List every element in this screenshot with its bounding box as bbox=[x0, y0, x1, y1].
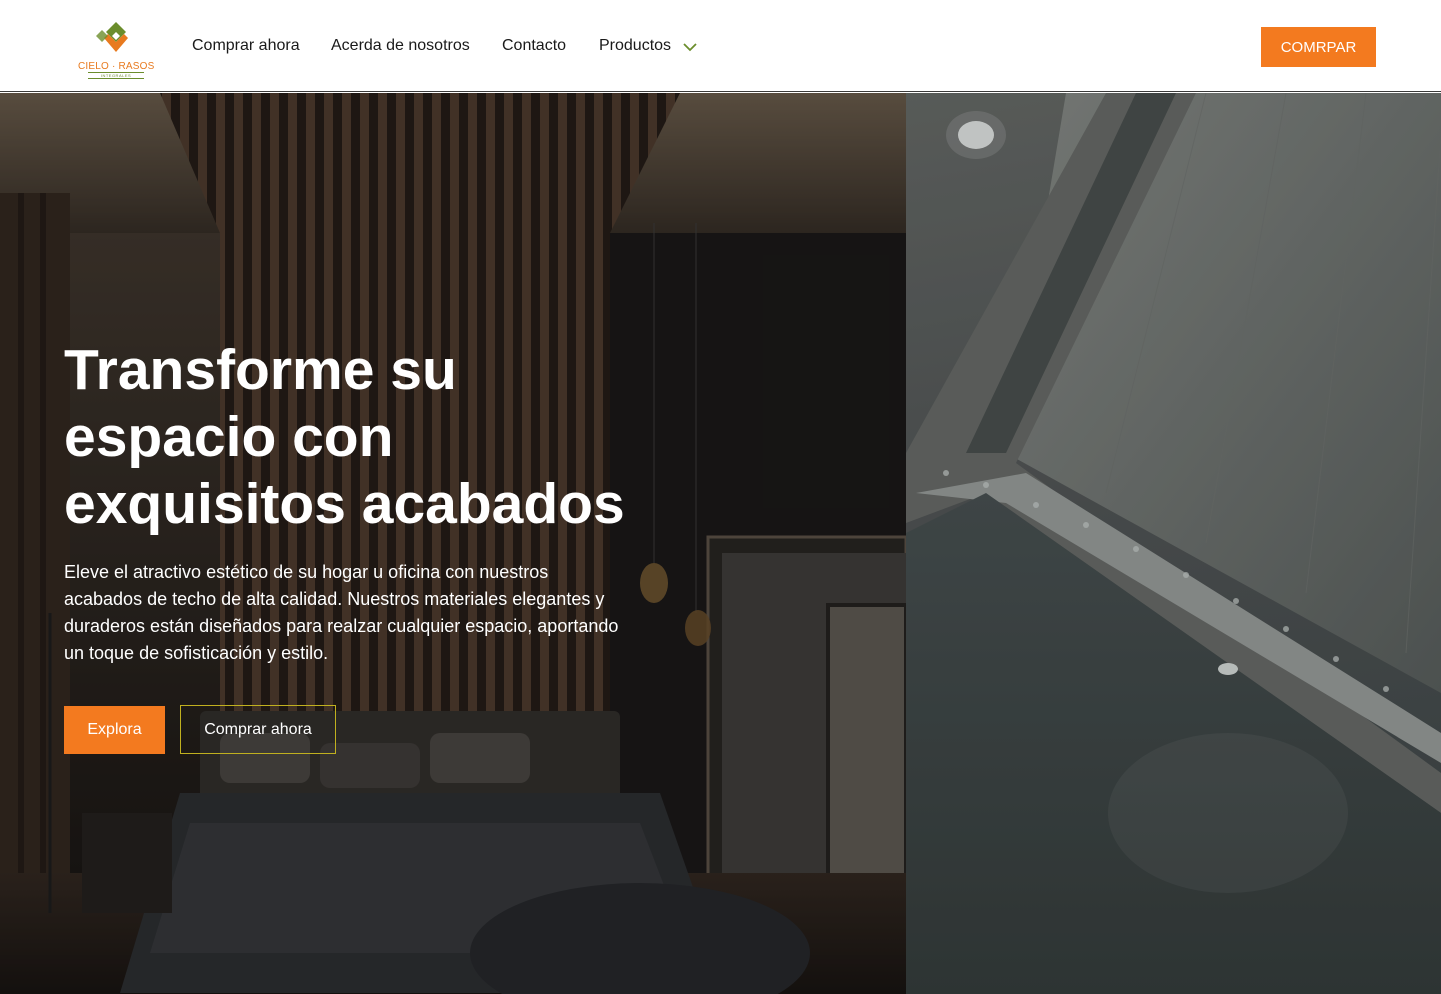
hero-ceiling-image bbox=[906, 93, 1441, 994]
hero-section: Transforme su espacio con exquisitos aca… bbox=[0, 93, 1441, 994]
buy-now-button[interactable]: Comprar ahora bbox=[180, 705, 336, 754]
nav-item-acerca[interactable]: Acerda de nosotros bbox=[331, 37, 470, 55]
brand-logo[interactable]: CIELO · RASOS INTEGRALES bbox=[78, 20, 155, 79]
ceiling-illustration bbox=[906, 93, 1441, 994]
logo-mark-icon bbox=[96, 22, 128, 52]
hero-bedroom-image bbox=[0, 93, 906, 994]
nav-item-comprar-ahora[interactable]: Comprar ahora bbox=[192, 37, 300, 55]
nav-item-productos[interactable]: Productos bbox=[599, 37, 671, 55]
nav-item-contacto[interactable]: Contacto bbox=[502, 37, 566, 55]
bedroom-illustration bbox=[0, 93, 906, 994]
chevron-down-icon[interactable] bbox=[683, 42, 697, 52]
hero-headline: Transforme su espacio con exquisitos aca… bbox=[64, 338, 625, 536]
explore-button[interactable]: Explora bbox=[64, 706, 165, 754]
logo-tagline: INTEGRALES bbox=[88, 72, 144, 79]
logo-wordmark: CIELO · RASOS bbox=[78, 61, 155, 72]
site-header: CIELO · RASOS INTEGRALES Comprar ahora A… bbox=[0, 0, 1441, 92]
hero-description: Eleve el atractivo estético de su hogar … bbox=[64, 562, 619, 663]
buy-cta-button[interactable]: COMRPAR bbox=[1261, 27, 1376, 67]
